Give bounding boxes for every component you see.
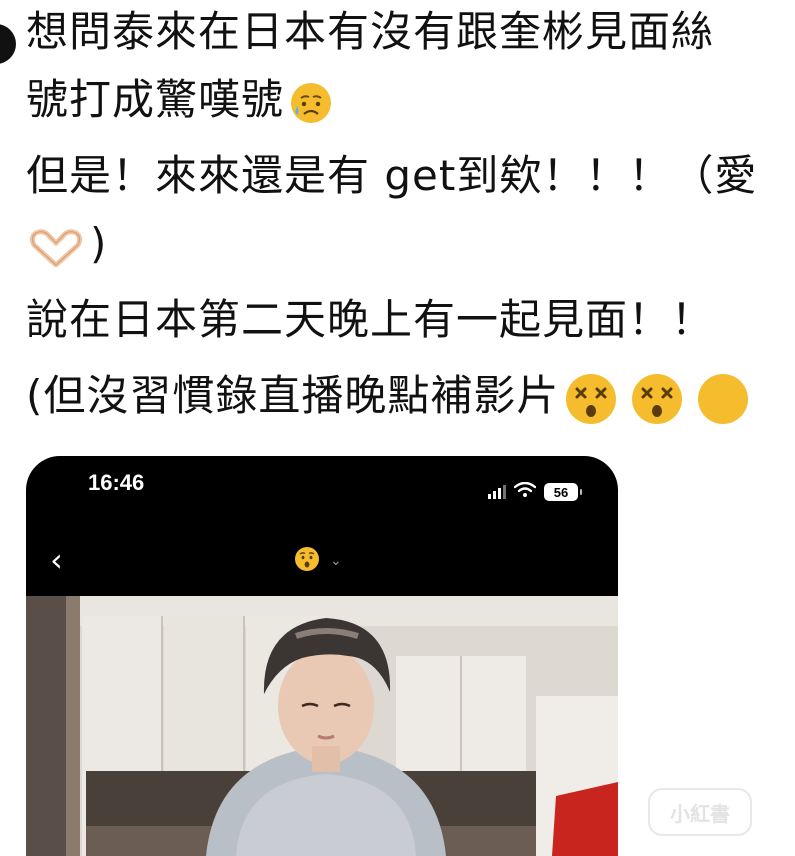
hushed-face-icon	[294, 546, 320, 576]
sad-relieved-face-icon	[288, 80, 334, 126]
battery-icon: 56	[544, 483, 582, 501]
post-line-text: 想問泰來在日本有沒有跟奎彬見面絲	[26, 7, 715, 56]
post-line-6: (但沒習慣錄直播晚點補影片	[26, 370, 751, 427]
post-line-1: 想問泰來在日本有沒有跟奎彬見面絲	[26, 6, 714, 58]
embedded-phone-screenshot: 16:46 56 ‹ ⌄	[26, 456, 618, 856]
heart-hands-icon	[26, 227, 86, 267]
post-line-text: (但沒習慣錄直播晚點補影片	[26, 371, 560, 420]
status-icons: 56	[488, 481, 582, 502]
post-line-text: 但是！來來還是有 get到欸！！！（愛	[26, 151, 758, 200]
post-line-text: 說在日本第二天晚上有一起見面！！	[26, 295, 715, 344]
post-line-text: 號打成驚嘆號	[26, 75, 285, 124]
video-frame-image	[26, 596, 618, 856]
dizzy-face-icon	[629, 371, 685, 427]
dizzy-face-icon	[563, 371, 619, 427]
post-line-4: )	[26, 218, 107, 270]
wifi-icon	[513, 481, 537, 502]
post-line-2: 號打成驚嘆號	[26, 74, 334, 126]
back-chevron-icon[interactable]: ‹	[50, 544, 63, 576]
chevron-down-icon[interactable]: ⌄	[330, 553, 342, 569]
signal-icon	[488, 485, 506, 499]
header-reaction[interactable]: ⌄	[294, 546, 342, 576]
watermark-text: 小紅書	[670, 801, 730, 826]
post-text: 想問泰來在日本有沒有跟奎彬見面絲 號打成驚嘆號 但是！來來還是有 get到欸！！…	[0, 0, 795, 440]
post-line-text: )	[90, 219, 108, 268]
post-line-3: 但是！來來還是有 get到欸！！！（愛	[26, 150, 757, 202]
battery-level: 56	[553, 484, 569, 500]
post-line-5: 說在日本第二天晚上有一起見面！！	[26, 294, 714, 346]
face-icon	[695, 371, 751, 427]
status-time: 16:46	[88, 470, 145, 495]
watermark-logo: 小紅書	[648, 788, 752, 836]
